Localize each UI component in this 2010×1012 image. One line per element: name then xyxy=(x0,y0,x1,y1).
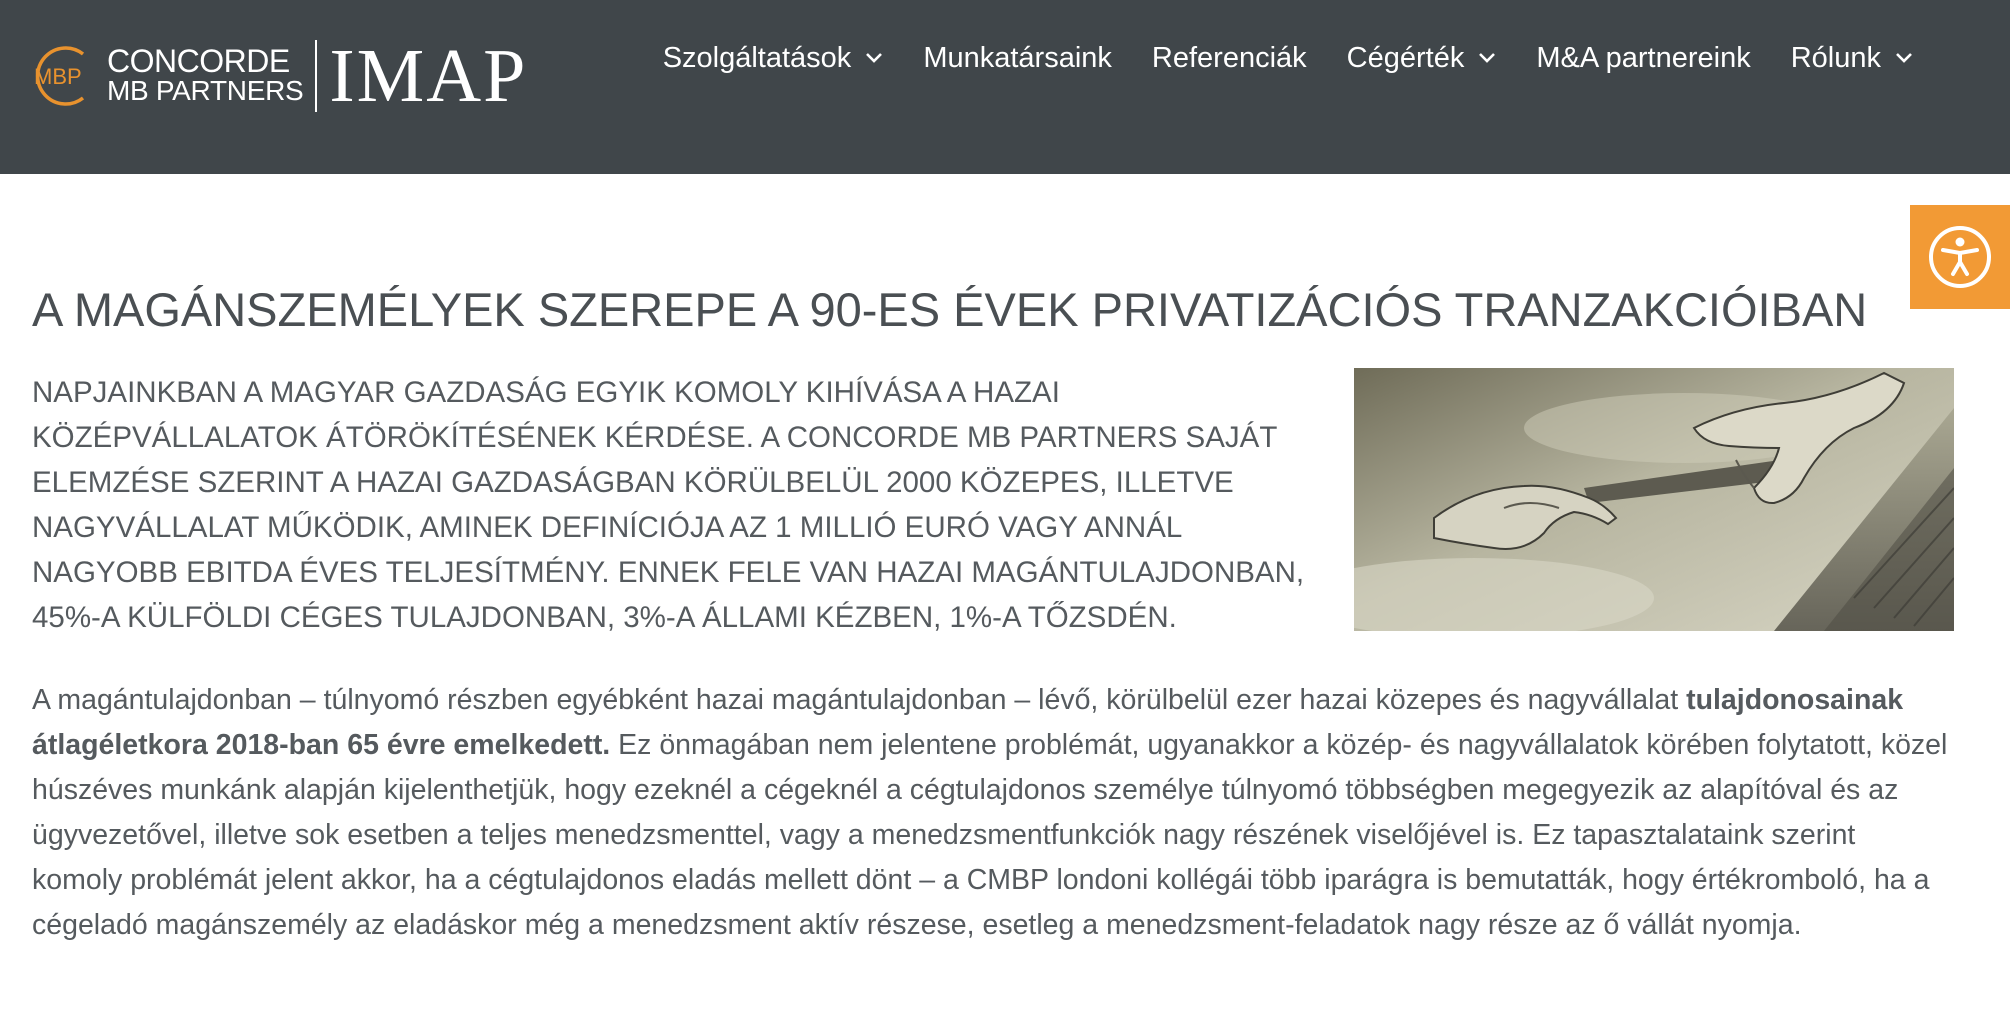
article-lead: Napjainkban a magyar gazdaság egyik komo… xyxy=(32,376,1305,634)
nav-item-munkatarsaink[interactable]: Munkatársaink xyxy=(923,42,1112,75)
nav-label: Szolgáltatások xyxy=(662,41,852,74)
site-logo[interactable]: MBP CONCORDE MB PARTNERS IMAP xyxy=(31,36,527,116)
nav-item-referenciak[interactable]: Referenciák xyxy=(1152,42,1307,75)
mbp-logo-mark: MBP xyxy=(31,40,95,112)
article-paragraph: A magántulajdonban – túlnyomó részben eg… xyxy=(32,678,1952,948)
accessibility-icon xyxy=(1929,226,1991,288)
nav-label: Referenciák xyxy=(1151,41,1307,74)
main-nav: Szolgáltatások Munkatársaink Referenciák… xyxy=(663,30,1913,86)
nav-item-cegertek[interactable]: Cégérték xyxy=(1347,42,1497,75)
chevron-down-icon xyxy=(866,53,883,63)
logo-line-1: CONCORDE xyxy=(107,43,290,79)
site-header: MBP CONCORDE MB PARTNERS IMAP Szolgáltat… xyxy=(0,0,2010,174)
mbp-mark-text: MBP xyxy=(34,64,82,89)
logo-line-2: MB PARTNERS xyxy=(107,75,304,106)
imap-logo: IMAP xyxy=(329,34,528,118)
nav-label: Cégérték xyxy=(1346,41,1465,74)
handshake-photo xyxy=(1354,368,1954,631)
logo-divider xyxy=(315,40,318,112)
nav-item-szolgaltatasok[interactable]: Szolgáltatások xyxy=(663,42,884,75)
nav-label: M&A partnereink xyxy=(1536,41,1751,74)
chevron-down-icon xyxy=(1896,53,1912,63)
nav-label: Rólunk xyxy=(1790,41,1881,74)
logo-wordmark: CONCORDE MB PARTNERS xyxy=(107,43,304,106)
nav-item-ma-partnereink[interactable]: M&A partnereink xyxy=(1536,42,1750,75)
accessibility-button[interactable] xyxy=(1910,205,2010,309)
nav-item-rolunk[interactable]: Rólunk xyxy=(1791,42,1913,75)
paragraph-start: A magántulajdonban – túlnyomó részben eg… xyxy=(32,684,1687,716)
nav-label: Munkatársaink xyxy=(923,41,1112,74)
article-title: A MAGÁNSZEMÉLYEK SZEREPE A 90-ES ÉVEK PR… xyxy=(32,283,1868,336)
chevron-down-icon xyxy=(1479,53,1496,63)
